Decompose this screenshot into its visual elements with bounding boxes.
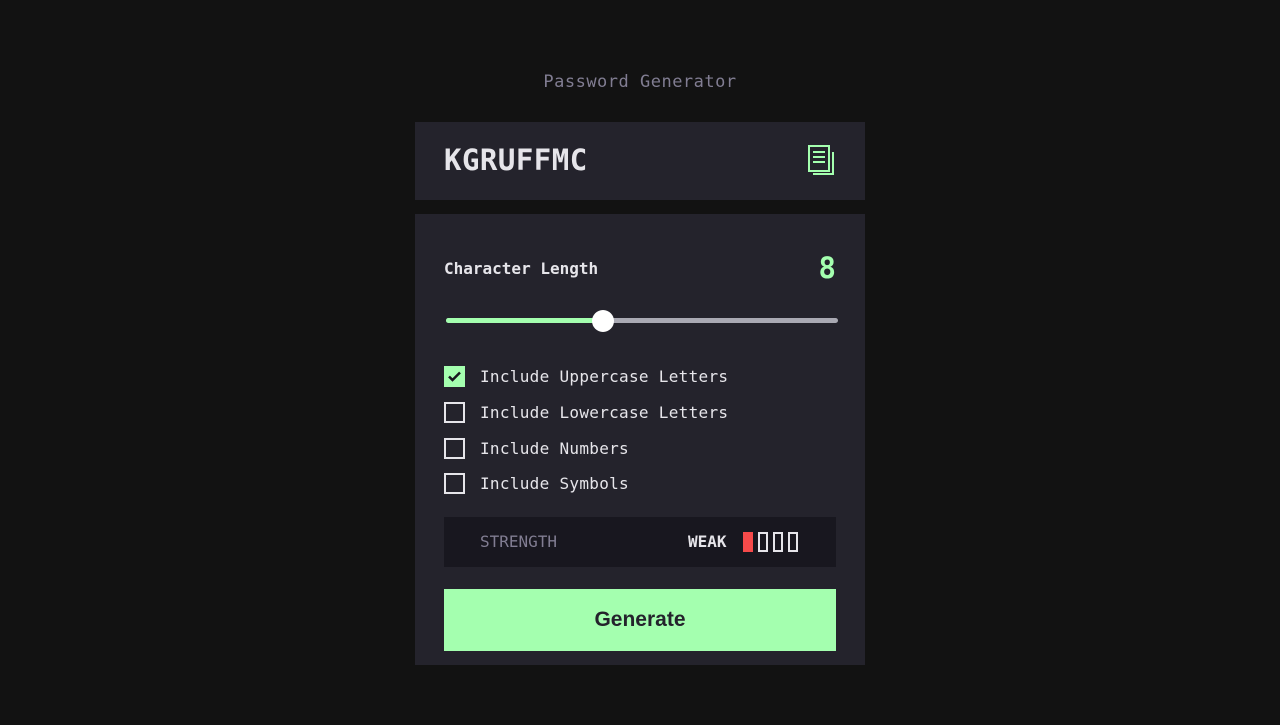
option-label: Include Symbols: [480, 473, 629, 493]
strength-bar: [743, 532, 753, 552]
check-icon: [448, 371, 461, 382]
option-label: Include Numbers: [480, 438, 629, 458]
page-title: Password Generator: [543, 72, 737, 92]
character-length-value: 8: [818, 251, 836, 285]
strength-bar: [788, 532, 798, 552]
strength-value: WEAK: [688, 532, 727, 551]
uppercase-checkbox[interactable]: [444, 365, 465, 387]
length-slider[interactable]: [446, 310, 838, 332]
option-label: Include Lowercase Letters: [480, 402, 729, 422]
lowercase-checkbox[interactable]: [444, 401, 465, 423]
option-numbers[interactable]: Include Numbers: [444, 437, 629, 459]
password-output: KGRUFFMC: [415, 122, 865, 200]
option-lowercase[interactable]: Include Lowercase Letters: [444, 401, 728, 423]
generate-button[interactable]: Generate: [444, 589, 836, 651]
copy-icon: [808, 145, 834, 175]
copy-button[interactable]: [807, 144, 837, 176]
strength-bar: [773, 532, 783, 552]
option-uppercase[interactable]: Include Uppercase Letters: [444, 365, 728, 387]
strength-bars: [743, 532, 798, 552]
symbols-checkbox[interactable]: [444, 472, 465, 494]
strength-bar: [758, 532, 768, 552]
slider-fill: [446, 318, 603, 323]
strength-label: STRENGTH: [480, 532, 558, 551]
numbers-checkbox[interactable]: [444, 437, 465, 459]
settings-panel: Character Length 8 Include Uppercase Let…: [415, 214, 865, 665]
password-text: KGRUFFMC: [444, 143, 588, 177]
character-length-label: Character Length: [444, 259, 599, 278]
option-symbols[interactable]: Include Symbols: [444, 472, 629, 494]
slider-thumb[interactable]: [591, 310, 614, 332]
strength-meter: STRENGTH WEAK: [444, 517, 836, 567]
option-label: Include Uppercase Letters: [480, 366, 729, 386]
